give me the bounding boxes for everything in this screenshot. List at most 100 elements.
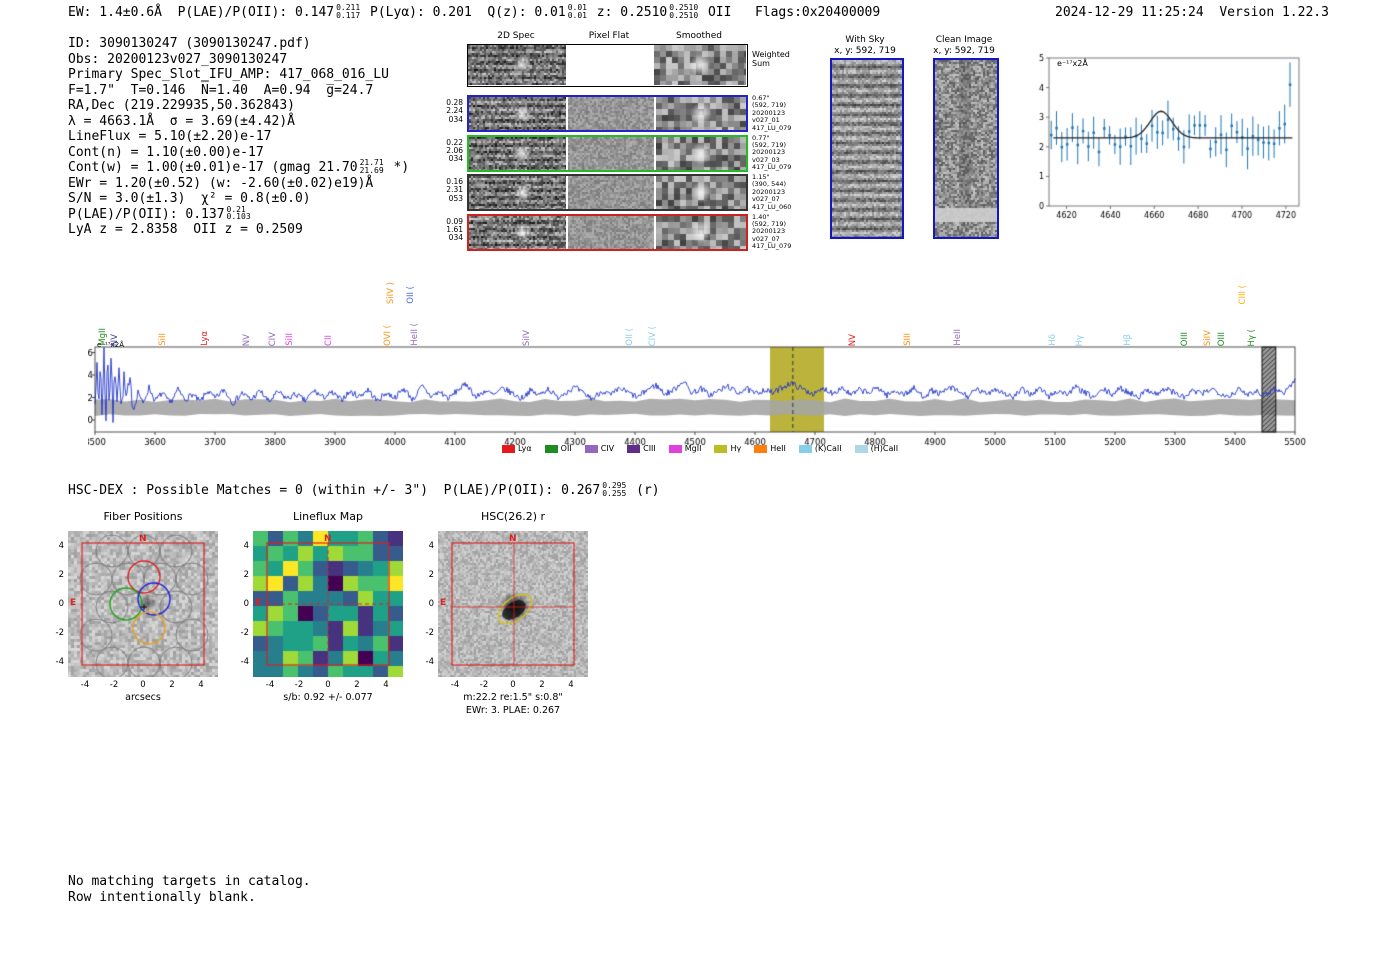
info-line: F=1.7" T=0.146 N̅=1.40 A=0.94 g̅=24.7 bbox=[68, 83, 409, 99]
hsc-match-line: HSC-DEX : Possible Matches = 0 (within +… bbox=[68, 482, 660, 499]
emission-line-label-text: SiII bbox=[285, 333, 295, 346]
fiber-row-details: 1.15" (390, 544) 20200123 v027_07 417_LU_060 bbox=[752, 173, 818, 211]
info-line: Primary Spec_Slot_IFU_AMP: 417_068_016_L… bbox=[68, 67, 409, 83]
info-line: LineFlux = 5.10(±2.20)e-17 bbox=[68, 129, 409, 145]
fiber-row-weights: 0.22 2.06 034 bbox=[439, 138, 463, 164]
text-run: S/N = 3.0(±1.3) χ² = 0.8(±0.0) bbox=[68, 191, 311, 206]
weighted-sum-label: Weighted Sum bbox=[752, 50, 790, 68]
fiber-2d-row bbox=[467, 95, 748, 132]
emission-line-label-text: SiIV ) bbox=[386, 281, 397, 304]
emission-line-label: SiIV ) bbox=[386, 228, 398, 304]
emission-line-label-text: OIII bbox=[1180, 331, 1191, 346]
emission-line-label-text: Hγ bbox=[1075, 334, 1086, 346]
axis-tick-label: -4 bbox=[55, 657, 64, 667]
uncertainty-low: 0.103 bbox=[226, 212, 251, 221]
axis-tick-label: 0 bbox=[325, 680, 331, 690]
2d-spec-strip bbox=[469, 176, 566, 209]
stacked-uncertainty: 21.71 21.69 bbox=[360, 159, 384, 174]
uncertainty-low: 0.2510 bbox=[669, 10, 699, 20]
full-spectrum-plot bbox=[88, 340, 1308, 454]
axis-tick-label: 2 bbox=[243, 570, 249, 580]
legend-swatch bbox=[544, 444, 558, 453]
emission-line-label-text: Hδ bbox=[1048, 334, 1059, 346]
info-line: EWr = 1.20(±0.52) (w: -2.60(±0.02)e19)Å bbox=[68, 176, 409, 192]
axis-tick-label: 2 bbox=[428, 570, 434, 580]
cutout-caption-arcsecs: arcsecs bbox=[125, 692, 161, 703]
emission-line-label: MgII bbox=[98, 270, 110, 346]
cutout-caption-hsc-ewr: EWr: 3. PLAE: 0.267 bbox=[465, 705, 561, 716]
fiber-row-weights: 0.09 1.61 034 bbox=[439, 217, 463, 243]
emission-line-label-text: MgII bbox=[97, 328, 108, 346]
emission-line-label-text: NV bbox=[847, 333, 858, 346]
legend-label: HeII bbox=[770, 444, 786, 453]
legend-label: MgII bbox=[684, 444, 702, 453]
emission-line-label-text: OII ( bbox=[625, 328, 636, 346]
text-run: EW: 1.4±0.6Å P(LAE)/P(OII): 0.147 bbox=[68, 5, 335, 20]
text-run: λ = 4663.1Å σ = 3.69(±4.42)Å bbox=[68, 113, 295, 129]
legend-item: HeII bbox=[754, 444, 786, 453]
axis-tick-label: 0 bbox=[510, 680, 516, 690]
fiber-detail-line: 417_LU_079 bbox=[752, 163, 792, 172]
fiber-detail-line: 417_LU_060 bbox=[752, 202, 792, 211]
axis-tick-label: -2 bbox=[55, 628, 64, 638]
pixel-flat-strip bbox=[568, 176, 654, 209]
emission-line-label-text: SiIV bbox=[522, 329, 532, 346]
emission-line-label: CIV bbox=[268, 270, 280, 346]
axis-tick-label: 0 bbox=[428, 599, 434, 609]
text-run: RA,Dec (219.229935,50.362843) bbox=[68, 98, 295, 113]
fiber-positions-image bbox=[68, 531, 218, 677]
axis-tick-label: -4 bbox=[425, 657, 434, 667]
fiber-row-weights: 0.16 2.31 053 bbox=[439, 177, 463, 203]
fiber-detail-line: 417_LU_079 bbox=[752, 242, 792, 251]
2d-spec-strip bbox=[469, 97, 566, 130]
stacked-uncertainty: 0.295 0.255 bbox=[602, 482, 626, 497]
legend-swatch bbox=[501, 444, 515, 453]
axis-tick-label: 0 bbox=[140, 680, 146, 690]
compass-east-label: E bbox=[255, 598, 262, 608]
legend-swatch bbox=[854, 444, 868, 453]
axis-tick-label: 4 bbox=[568, 680, 574, 690]
text-run: Cont(w) = 1.00(±0.01)e-17 (gmag 21.70 bbox=[68, 160, 358, 175]
emission-line-label: OIII bbox=[1217, 270, 1229, 346]
text-run: Primary Spec_Slot_IFU_AMP: 417_068_016_L… bbox=[68, 67, 389, 82]
stacked-uncertainty: 0.21 0.103 bbox=[226, 205, 251, 221]
legend-item: (K)CaII bbox=[798, 444, 842, 453]
emission-line-label: NV bbox=[110, 270, 122, 346]
detection-info-block: ID: 3090130247 (3090130247.pdf) Obs: 2020… bbox=[68, 36, 409, 238]
col-header-pixelflat: Pixel Flat bbox=[588, 31, 630, 41]
text-run: Cont(n) = 1.10(±0.00)e-17 bbox=[68, 144, 264, 160]
emission-line-label: Hγ bbox=[1075, 270, 1087, 346]
fiber-weight-value: 034 bbox=[448, 154, 463, 164]
emission-line-label-text: CIV bbox=[268, 331, 279, 346]
cutout-title-lineflux-map: Lineflux Map bbox=[292, 510, 364, 523]
axis-tick-label: 4 bbox=[243, 541, 249, 551]
emission-line-label-text: HeII bbox=[952, 329, 963, 346]
legend-item: CIV bbox=[584, 444, 614, 453]
text-run: F=1.7" T=0.146 N̅=1.40 A=0.94 g̅=24.7 bbox=[68, 82, 374, 98]
legend-label: Lyα bbox=[517, 444, 532, 453]
compass-east-label: E bbox=[70, 598, 77, 608]
emission-line-label: Hγ ( bbox=[1247, 270, 1259, 346]
fiber-2d-row bbox=[467, 213, 748, 251]
info-line: Cont(n) = 1.10(±0.00)e-17 bbox=[68, 145, 409, 161]
emission-line-label: Hβ bbox=[1123, 270, 1135, 346]
emission-line-label-text: OVI ( bbox=[382, 325, 393, 346]
legend-swatch bbox=[668, 444, 682, 453]
legend-item: CIII bbox=[627, 444, 656, 453]
cutout-caption-hsc-mag: m:22.2 re:1.5" s:0.8" bbox=[463, 692, 563, 703]
uncertainty-low: 21.69 bbox=[359, 165, 384, 175]
stacked-uncertainty: 0.211 0.117 bbox=[336, 4, 360, 19]
withsky-image bbox=[830, 58, 904, 239]
uncertainty-low: 0.01 bbox=[567, 10, 587, 20]
emission-line-label-text: OIII bbox=[1216, 331, 1227, 346]
info-line: Cont(w) = 1.00(±0.01)e-17 (gmag 21.70 21.… bbox=[68, 159, 409, 176]
footer-line-2: Row intentionally blank. bbox=[68, 890, 256, 905]
legend-label: OII bbox=[560, 444, 572, 453]
emission-line-label: OII ( bbox=[625, 270, 637, 346]
legend-item: (H)CaII bbox=[854, 444, 898, 453]
emission-line-label-text: Hβ bbox=[1123, 334, 1134, 346]
clean-image bbox=[933, 58, 999, 239]
emission-line-label-text: CIV ( bbox=[648, 325, 658, 346]
emission-line-label-text: SiII bbox=[157, 333, 168, 346]
header-datetime-version: 2024-12-29 11:25:24 Version 1.22.3 bbox=[1055, 5, 1329, 20]
